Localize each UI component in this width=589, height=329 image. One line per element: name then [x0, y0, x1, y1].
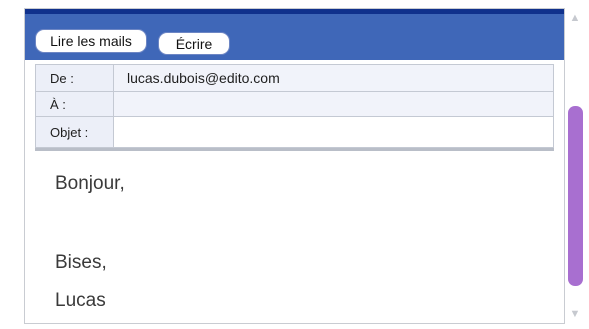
- write-button[interactable]: Écrire: [158, 32, 230, 55]
- mail-toolbar: Lire les mails Écrire: [25, 9, 564, 60]
- arrow-down-icon[interactable]: ▼: [569, 308, 581, 320]
- from-field[interactable]: lucas.dubois@edito.com: [114, 65, 553, 91]
- arrow-up-icon[interactable]: ▲: [569, 12, 581, 24]
- subject-field[interactable]: [114, 117, 553, 147]
- to-row: À :: [36, 92, 553, 117]
- scroll-thumb[interactable]: [568, 106, 583, 286]
- subject-label: Objet :: [36, 117, 114, 147]
- message-greeting: Bonjour,: [55, 173, 125, 194]
- message-body[interactable]: Bonjour, Bises, Lucas: [35, 151, 554, 317]
- to-label: À :: [36, 92, 114, 116]
- read-mail-button[interactable]: Lire les mails: [35, 29, 147, 53]
- vertical-scrollbar[interactable]: ▲ ▼: [565, 8, 585, 326]
- message-signature: Lucas: [55, 290, 106, 311]
- mail-header-fields: De : lucas.dubois@edito.com À : Objet :: [35, 64, 554, 148]
- to-field[interactable]: [114, 92, 553, 116]
- message-closing: Bises,: [55, 252, 107, 273]
- mail-window: Lire les mails Écrire De : lucas.dubois@…: [24, 8, 565, 324]
- subject-row: Objet :: [36, 117, 553, 147]
- from-label: De :: [36, 65, 114, 91]
- from-row: De : lucas.dubois@edito.com: [36, 65, 553, 92]
